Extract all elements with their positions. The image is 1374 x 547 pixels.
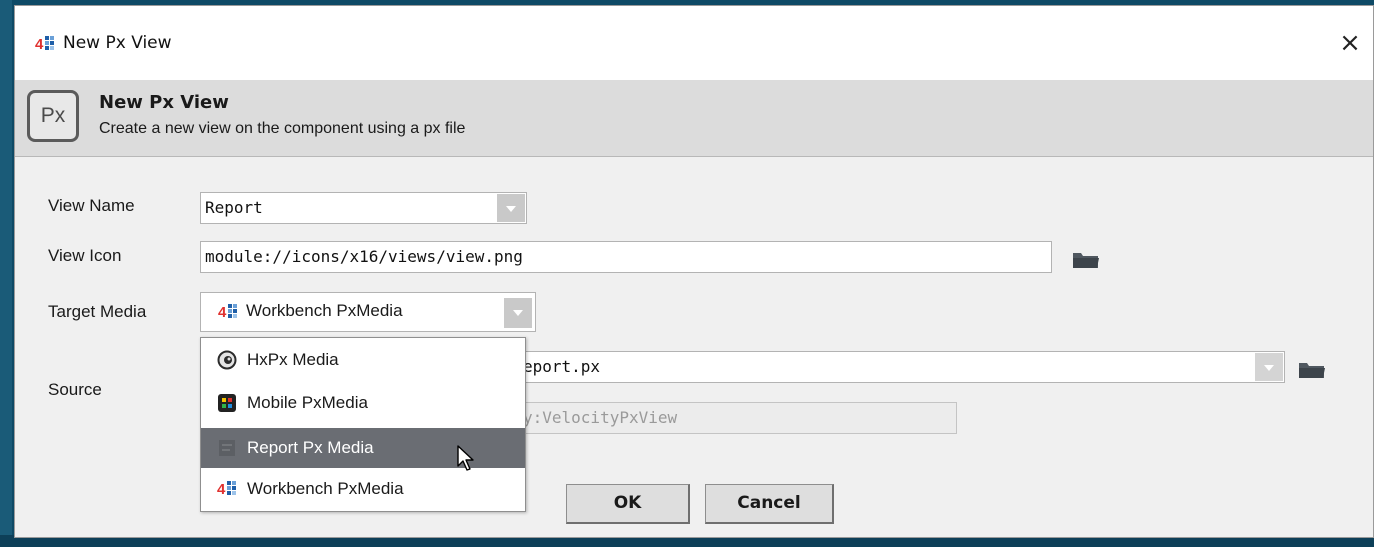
header-subtitle: Create a new view on the component using… — [99, 120, 466, 137]
option-workbench-pxmedia[interactable]: 4 Workbench PxMedia — [201, 469, 525, 509]
window-title: New Px View — [63, 33, 172, 53]
source-file-combo[interactable]: eport.px — [518, 351, 1285, 383]
niagara-4-icon: 4 — [218, 304, 237, 321]
close-icon[interactable]: × — [1337, 30, 1363, 56]
desktop-background — [0, 0, 12, 547]
ok-button[interactable]: OK — [566, 484, 690, 524]
target-media-value: Workbench PxMedia — [246, 301, 403, 320]
folder-icon[interactable] — [1071, 248, 1101, 270]
report-media-icon — [219, 440, 235, 456]
view-name-value: Report — [205, 198, 263, 217]
option-hxpx-media[interactable]: HxPx Media — [201, 340, 525, 380]
mouse-pointer-icon — [457, 445, 474, 471]
view-icon-input[interactable]: module://icons/x16/views/view.png — [200, 241, 1052, 273]
niagara-4-icon: 4 — [217, 481, 236, 498]
option-label: Report Px Media — [247, 438, 374, 457]
dialog-header: Px New Px View Create a new view on the … — [15, 80, 1373, 157]
mobile-media-icon — [218, 394, 236, 412]
svg-text:4: 4 — [218, 304, 227, 321]
option-label: HxPx Media — [247, 350, 339, 369]
option-label: Mobile PxMedia — [247, 393, 368, 412]
view-name-label: View Name — [48, 196, 135, 215]
svg-text:4: 4 — [35, 36, 44, 53]
source-label: Source — [48, 380, 102, 399]
view-name-combo[interactable]: Report — [200, 192, 527, 224]
niagara-4-icon: 4 — [35, 36, 54, 53]
target-media-dropdown: HxPx Media Mobile PxMedia Report Px Medi… — [200, 337, 526, 512]
option-label: Workbench PxMedia — [247, 479, 404, 498]
chevron-down-icon[interactable] — [1255, 353, 1283, 381]
target-media-select[interactable]: 4 Workbench PxMedia — [200, 292, 536, 332]
cancel-button[interactable]: Cancel — [705, 484, 834, 524]
option-mobile-pxmedia[interactable]: Mobile PxMedia — [201, 383, 525, 423]
target-media-label: Target Media — [48, 302, 147, 321]
header-title: New Px View — [99, 92, 229, 113]
folder-icon[interactable] — [1297, 358, 1327, 380]
source-type-value: y:VelocityPxView — [523, 408, 678, 427]
title-bar[interactable]: 4 New Px View × — [15, 6, 1373, 80]
new-px-view-dialog: 4 New Px View × Px New Px View Create a … — [14, 5, 1374, 538]
source-type-field: y:VelocityPxView — [518, 402, 957, 434]
hx-media-icon — [217, 350, 237, 370]
chevron-down-icon[interactable] — [497, 194, 525, 222]
view-icon-label: View Icon — [48, 246, 122, 265]
chevron-down-icon[interactable] — [504, 298, 532, 328]
source-file-value: eport.px — [523, 357, 601, 376]
px-view-icon: Px — [27, 90, 79, 142]
view-icon-value: module://icons/x16/views/view.png — [205, 247, 523, 266]
svg-text:4: 4 — [217, 481, 226, 498]
option-report-px-media[interactable]: Report Px Media — [201, 428, 525, 468]
